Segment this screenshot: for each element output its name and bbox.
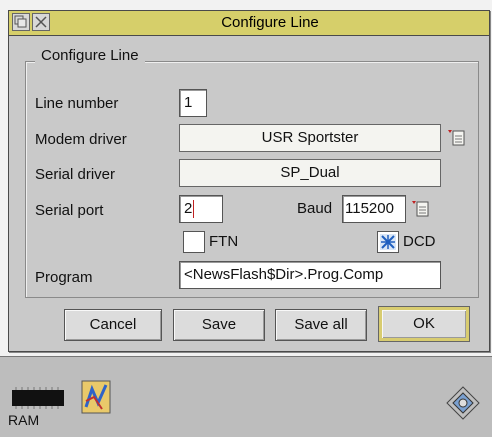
line-number-label: Line number <box>35 95 119 112</box>
program-field[interactable]: <NewsFlash$Dir>.Prog.Comp <box>179 261 441 289</box>
serial-port-label: Serial port <box>35 202 104 219</box>
ftn-label: FTN <box>209 233 239 250</box>
menu-arrow-icon[interactable] <box>447 128 467 148</box>
dcd-checkbox[interactable] <box>377 231 399 253</box>
dcd-label: DCD <box>403 233 436 250</box>
program-label: Program <box>35 269 93 286</box>
text-caret <box>193 200 195 219</box>
ram-disc-icon[interactable] <box>10 385 66 411</box>
title-bar[interactable]: Configure Line <box>9 11 489 36</box>
checkmark-icon <box>380 234 396 250</box>
baud-field[interactable]: 115200 <box>342 195 406 223</box>
window-title: Configure Line <box>221 14 319 31</box>
close-icon[interactable] <box>32 13 50 31</box>
back-icon[interactable] <box>12 13 30 31</box>
save-all-button[interactable]: Save all <box>275 309 367 341</box>
acorn-icon[interactable] <box>445 385 481 421</box>
icon-bar <box>0 356 492 437</box>
ram-label: RAM <box>8 412 40 428</box>
line-number-field[interactable]: 1 <box>179 89 207 117</box>
serial-driver-label: Serial driver <box>35 166 116 183</box>
baud-label: Baud <box>297 200 333 217</box>
save-button[interactable]: Save <box>173 309 265 341</box>
serial-port-field[interactable]: 2 <box>179 195 223 223</box>
serial-port-value: 2 <box>184 200 193 217</box>
serial-driver-display: SP_Dual <box>179 159 441 187</box>
modem-driver-display: USR Sportster <box>179 124 441 152</box>
modem-driver-label: Modem driver <box>35 131 127 148</box>
group-label: Configure Line <box>35 47 145 64</box>
app-icon[interactable] <box>80 377 114 417</box>
cancel-button[interactable]: Cancel <box>64 309 162 341</box>
baud-menu-icon[interactable] <box>411 199 431 219</box>
ok-button[interactable]: OK <box>378 306 470 342</box>
ftn-checkbox[interactable] <box>183 231 205 253</box>
configure-line-window: Configure Line Configure Line Line numbe… <box>8 10 490 352</box>
